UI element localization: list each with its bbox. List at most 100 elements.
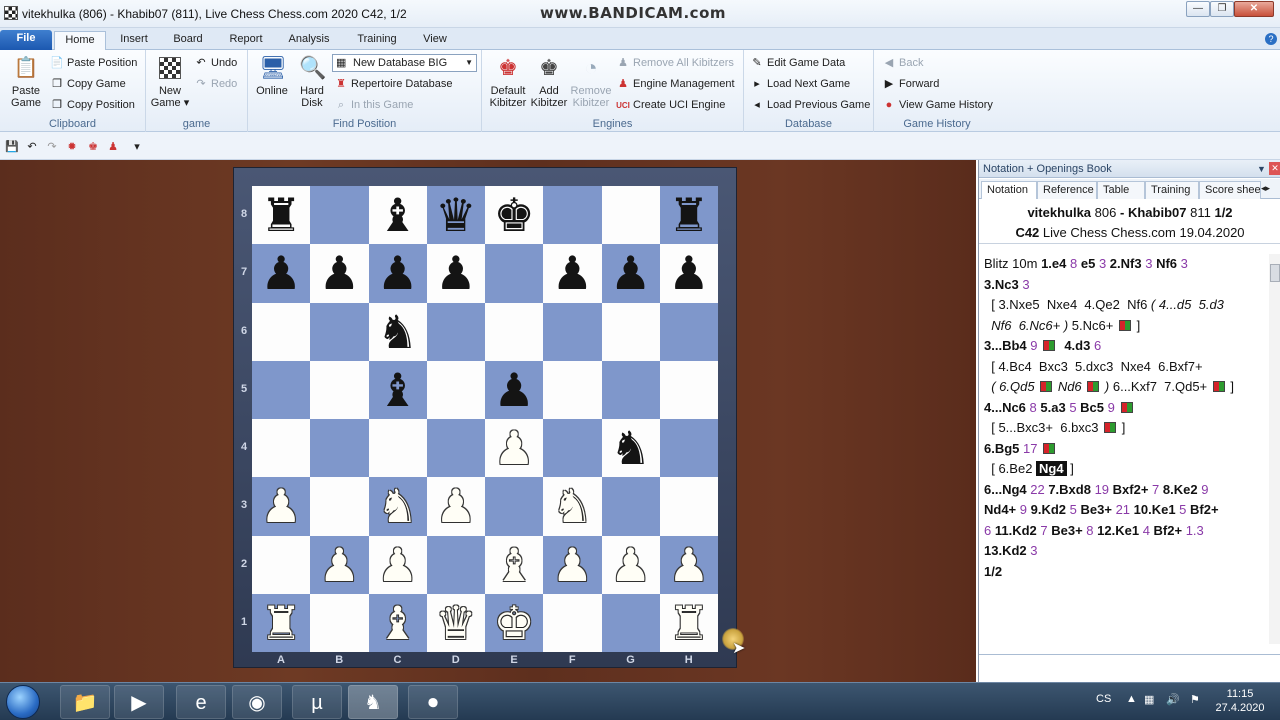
square-c7[interactable]: ♟ bbox=[368, 244, 427, 303]
notation-line[interactable]: 6...Ng4 22 7.Bxd8 19 Bxf2+ 7 8.Ke2 9 bbox=[984, 480, 1270, 501]
chessboard[interactable]: ♜ ♝ ♛ ♚ ♜ ♟ ♟ ♟ ♟ ♟ ♟ ♟ ♞ ♝ ♟ ♟ ♞ ♟ ♞ ♟ ♞ ♟ ♟ ♝ ♟ ♟ ♟ ♜ ♝ ♛ ♚ ♜ bbox=[252, 186, 718, 652]
tab-board[interactable]: Board bbox=[164, 31, 212, 50]
tab-insert[interactable]: Insert bbox=[110, 31, 158, 50]
tab-score-sheet[interactable]: Score shee bbox=[1199, 181, 1261, 199]
engine-icon[interactable]: ✹ bbox=[65, 140, 79, 153]
square-f3[interactable]: ♞ bbox=[543, 477, 602, 536]
redo-icon[interactable]: ↷ bbox=[45, 140, 59, 153]
system-clock[interactable]: 11:15 27.4.2020 bbox=[1212, 687, 1268, 715]
black-rook-icon[interactable]: ♜ bbox=[668, 192, 709, 238]
black-knight-icon[interactable]: ♞ bbox=[377, 309, 418, 355]
copy-game-button[interactable]: ❐ Copy Game bbox=[50, 75, 126, 93]
white-rook-icon[interactable]: ♜ bbox=[668, 600, 709, 646]
notation-line[interactable]: [ 6.Be2 Ng4 ] bbox=[984, 459, 1270, 480]
move[interactable]: Nd4+ bbox=[984, 502, 1016, 517]
move[interactable]: 4...Nc6 bbox=[984, 400, 1026, 415]
white-pawn-icon[interactable]: ♟ bbox=[435, 483, 476, 529]
move[interactable]: Bc5 bbox=[1080, 400, 1104, 415]
square-g3[interactable] bbox=[601, 477, 660, 536]
chessbase-icon[interactable]: ♞ bbox=[348, 685, 398, 719]
notation-line[interactable]: [ 4.Bc4 Bxc3 5.dxc3 Nxe4 6.Bxf7+ bbox=[984, 357, 1270, 378]
black-pawn-icon[interactable]: ♟ bbox=[261, 250, 302, 296]
tab-view[interactable]: View bbox=[414, 31, 456, 50]
move-list[interactable]: Blitz 10m 1.e4 8 e5 3 2.Nf3 3 Nf6 3 3.Nc3… bbox=[984, 254, 1270, 582]
move[interactable]: e5 bbox=[1081, 256, 1095, 271]
forward-button[interactable]: ▶ Forward bbox=[882, 75, 940, 93]
close-icon[interactable]: ✕ bbox=[1269, 162, 1280, 175]
square-h1[interactable]: ♜ bbox=[659, 593, 718, 652]
square-f4[interactable] bbox=[543, 419, 602, 478]
square-e4[interactable]: ♟ bbox=[485, 419, 544, 478]
current-move[interactable]: Ng4 bbox=[1036, 461, 1067, 476]
notation-line[interactable]: [ 5...Bxc3+ 6.bxc3 ] bbox=[984, 418, 1270, 439]
black-king-icon[interactable]: ♚ bbox=[494, 192, 535, 238]
move[interactable]: 2.Nf3 bbox=[1110, 256, 1142, 271]
undo-button[interactable]: ↶ Undo bbox=[194, 54, 237, 72]
square-b5[interactable] bbox=[310, 360, 369, 419]
black-pawn-icon[interactable]: ♟ bbox=[668, 250, 709, 296]
notation-line[interactable]: 1/2 bbox=[984, 562, 1270, 583]
move[interactable]: 6.Bg5 bbox=[984, 441, 1019, 456]
move[interactable]: 1/2 bbox=[984, 564, 1002, 579]
move[interactable]: Be3+ bbox=[1051, 523, 1082, 538]
save-icon[interactable]: 💾 bbox=[5, 140, 19, 153]
tab-report[interactable]: Report bbox=[222, 31, 270, 50]
undo-icon[interactable]: ↶ bbox=[25, 140, 39, 153]
move[interactable]: 1.e4 bbox=[1041, 256, 1066, 271]
square-h3[interactable] bbox=[659, 477, 718, 536]
square-c6[interactable]: ♞ bbox=[368, 302, 427, 361]
redo-button[interactable]: ↷ Redo bbox=[194, 75, 237, 93]
move[interactable]: 11.Kd2 bbox=[995, 523, 1037, 538]
remove-kibitzer-button[interactable]: ◔ Remove Kibitzer bbox=[570, 54, 612, 109]
square-c8[interactable]: ♝ bbox=[368, 186, 427, 245]
white-king-icon[interactable]: ♚ bbox=[494, 600, 535, 646]
move[interactable]: Bf2+ bbox=[1190, 502, 1219, 517]
square-e3[interactable] bbox=[485, 477, 544, 536]
move[interactable]: Bf2+ bbox=[1154, 523, 1183, 538]
move[interactable]: 4.d3 bbox=[1064, 338, 1090, 353]
white-bishop-icon[interactable]: ♝ bbox=[494, 542, 535, 588]
square-b1[interactable] bbox=[310, 593, 369, 652]
view-game-history-button[interactable]: ● View Game History bbox=[882, 96, 993, 114]
move[interactable]: 8.Ke2 bbox=[1163, 482, 1198, 497]
square-b2[interactable]: ♟ bbox=[310, 535, 369, 594]
in-this-game-button[interactable]: ⌕ In this Game bbox=[334, 96, 413, 114]
square-b7[interactable]: ♟ bbox=[310, 244, 369, 303]
ie-icon[interactable]: e bbox=[176, 685, 226, 719]
tab-training[interactable]: Training bbox=[350, 31, 404, 50]
white-pawn-icon[interactable]: ♟ bbox=[552, 542, 593, 588]
hard-disk-button[interactable]: 🔍 Hard Disk bbox=[292, 54, 332, 109]
square-c4[interactable] bbox=[368, 419, 427, 478]
square-a6[interactable] bbox=[252, 302, 311, 361]
square-g8[interactable] bbox=[601, 186, 660, 245]
square-a7[interactable]: ♟ bbox=[252, 244, 311, 303]
tab-home[interactable]: Home bbox=[54, 31, 106, 50]
new-game-button[interactable]: New Game ▾ bbox=[150, 54, 190, 109]
scrollbar[interactable] bbox=[1269, 254, 1280, 644]
black-pawn-icon[interactable]: ♟ bbox=[552, 250, 593, 296]
white-pawn-icon[interactable]: ♟ bbox=[319, 542, 360, 588]
square-d6[interactable] bbox=[426, 302, 485, 361]
square-d8[interactable]: ♛ bbox=[426, 186, 485, 245]
kibitzer-icon[interactable]: ♚ bbox=[86, 140, 100, 153]
move[interactable]: 13.Kd2 bbox=[984, 543, 1027, 558]
notation-line[interactable]: Nd4+ 9 9.Kd2 5 Be3+ 21 10.Ke1 5 Bf2+ bbox=[984, 500, 1270, 521]
white-knight-icon[interactable]: ♞ bbox=[377, 483, 418, 529]
square-e1[interactable]: ♚ bbox=[485, 593, 544, 652]
flag-icon[interactable]: ⚑ bbox=[1190, 693, 1200, 706]
square-g6[interactable] bbox=[601, 302, 660, 361]
square-a1[interactable]: ♜ bbox=[252, 593, 311, 652]
square-f2[interactable]: ♟ bbox=[543, 535, 602, 594]
notation-line[interactable]: 3.Nc3 3 bbox=[984, 275, 1270, 296]
square-h5[interactable] bbox=[659, 360, 718, 419]
square-h7[interactable]: ♟ bbox=[659, 244, 718, 303]
database-select[interactable]: ▦ New Database BIG ▼ bbox=[332, 54, 477, 72]
notation-line[interactable]: 6.Bg5 17 bbox=[984, 439, 1270, 460]
black-queen-icon[interactable]: ♛ bbox=[435, 192, 476, 238]
tab-table[interactable]: Table bbox=[1097, 181, 1145, 199]
square-g2[interactable]: ♟ bbox=[601, 535, 660, 594]
square-e5[interactable]: ♟ bbox=[485, 360, 544, 419]
move[interactable]: 3...Bb4 bbox=[984, 338, 1027, 353]
black-bishop-icon[interactable]: ♝ bbox=[377, 367, 418, 413]
notation-line[interactable]: 3...Bb4 9 4.d3 6 bbox=[984, 336, 1270, 357]
